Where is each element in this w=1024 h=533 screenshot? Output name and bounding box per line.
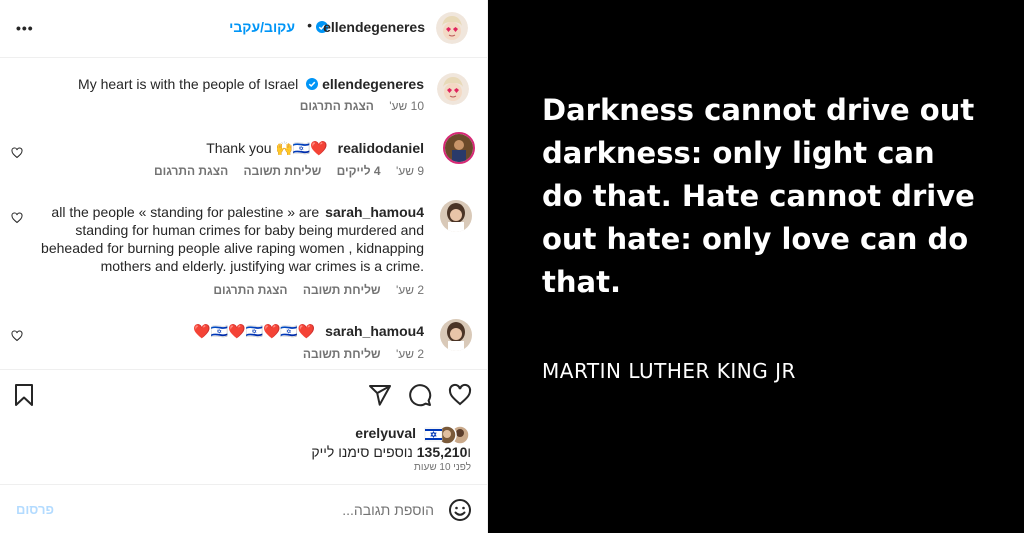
- comment-meta: 9 שע' 4 לייקים שליחת תשובה הצגת התרגום: [142, 164, 424, 178]
- comment-text: Thank you 🙌🇮🇱❤️ realidodaniel: [206, 139, 424, 157]
- caption-username[interactable]: ellendegeneres: [322, 76, 424, 92]
- like-comment-heart-icon[interactable]: [11, 212, 23, 224]
- caption-time[interactable]: 10 שע': [389, 99, 424, 113]
- post-comment-button[interactable]: פרסום: [16, 502, 54, 517]
- post-media[interactable]: Darkness cannot drive out darkness: only…: [488, 0, 1024, 533]
- caption-text: My heart is with the people of Israel el…: [78, 75, 424, 93]
- liked-by-username[interactable]: erelyuval: [355, 425, 416, 441]
- commenter-avatar[interactable]: [443, 132, 475, 164]
- comment-time[interactable]: 2 שע': [396, 283, 424, 297]
- emoji-icon[interactable]: [448, 498, 472, 522]
- header-separator-dot: •: [307, 17, 312, 33]
- quote-text: Darkness cannot drive out darkness: only…: [542, 93, 975, 299]
- comment-text: sarah_hamou4 all the people « standing f…: [34, 203, 424, 275]
- like-comment-heart-icon[interactable]: [11, 147, 23, 159]
- add-comment-bar: פרסום: [0, 484, 488, 533]
- comment-text: ❤️🇮🇱❤️🇮🇱❤️🇮🇱❤️ sarah_hamou4: [193, 322, 424, 340]
- comment-username[interactable]: sarah_hamou4: [325, 323, 424, 339]
- more-options-icon[interactable]: •••: [16, 20, 34, 36]
- post-actions: erelyuval ו135,210 נוספים סימנו לייק לפנ…: [0, 369, 488, 484]
- see-translation-button[interactable]: הצגת התרגום: [300, 99, 374, 113]
- commenter-avatar[interactable]: [440, 319, 472, 351]
- comment-time[interactable]: 2 שע': [396, 347, 424, 361]
- comment-time[interactable]: 9 שע': [396, 164, 424, 178]
- post-header: ••• עקוב/עקבי • ellendegeneres: [0, 0, 488, 58]
- heart-icon[interactable]: [448, 383, 472, 407]
- comment-username[interactable]: sarah_hamou4: [325, 203, 424, 221]
- save-icon[interactable]: [12, 383, 36, 407]
- commenter-avatar[interactable]: [440, 200, 472, 232]
- quote-author: MARTIN LUTHER KING JR: [542, 359, 796, 383]
- post-detail-panel: ••• עקוב/עקבי • ellendegeneres My heart …: [0, 0, 488, 533]
- post-author-avatar[interactable]: [436, 12, 468, 44]
- caption-body: My heart is with the people of Israel: [78, 76, 299, 92]
- liked-by-avatars[interactable]: [420, 425, 470, 445]
- follow-button[interactable]: עקוב/עקבי: [229, 19, 295, 35]
- caption-meta: 10 שע' הצגת התרגום: [288, 99, 424, 113]
- reply-button[interactable]: שליחת תשובה: [303, 283, 381, 297]
- comment-username[interactable]: realidodaniel: [338, 140, 424, 156]
- see-translation-button[interactable]: הצגת התרגום: [213, 283, 287, 297]
- comment-likes-count[interactable]: 4 לייקים: [337, 164, 381, 178]
- reply-button[interactable]: שליחת תשובה: [303, 347, 381, 361]
- reply-button[interactable]: שליחת תשובה: [244, 164, 322, 178]
- like-comment-heart-icon[interactable]: [11, 330, 23, 342]
- likes-summary[interactable]: ו135,210 נוספים סימנו לייק: [311, 444, 471, 460]
- post-author-username[interactable]: ellendegeneres: [323, 19, 425, 35]
- verified-badge-icon: [306, 78, 319, 90]
- add-comment-input[interactable]: [134, 498, 434, 522]
- liked-by-avatar-stack: [424, 425, 470, 445]
- likes-suffix: נוספים סימנו לייק: [311, 444, 417, 460]
- likes-count: 135,210: [416, 444, 468, 460]
- see-translation-button[interactable]: הצגת התרגום: [154, 164, 228, 178]
- share-icon[interactable]: [368, 383, 392, 407]
- comment-icon[interactable]: [408, 383, 432, 407]
- comment-meta: 2 שע' שליחת תשובה: [291, 347, 424, 361]
- comment-body: ❤️🇮🇱❤️🇮🇱❤️🇮🇱❤️: [193, 323, 316, 339]
- comment-body: Thank you 🙌🇮🇱❤️: [206, 140, 328, 156]
- likes-prefix: ו: [467, 444, 471, 460]
- comment-meta: 2 שע' שליחת תשובה הצגת התרגום: [201, 283, 424, 297]
- post-timestamp[interactable]: לפני 10 שעות: [414, 462, 471, 473]
- caption-author-avatar[interactable]: [437, 73, 469, 105]
- comments-list[interactable]: My heart is with the people of Israel el…: [0, 59, 488, 369]
